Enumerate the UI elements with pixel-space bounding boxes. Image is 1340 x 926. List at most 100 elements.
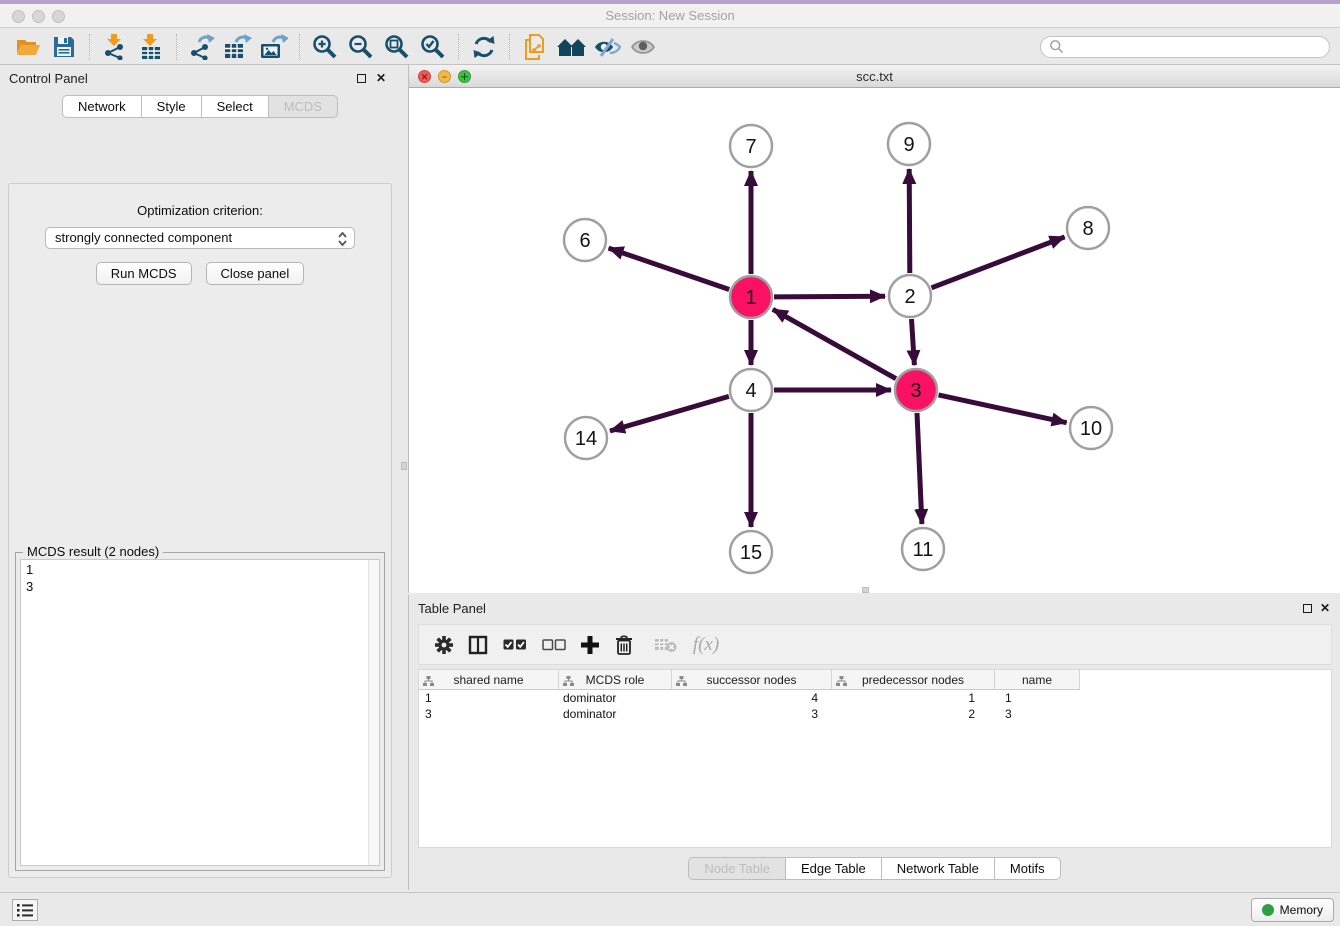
graph-node-10[interactable]: 10: [1070, 407, 1112, 449]
table-panel: Table Panel ✕: [408, 595, 1340, 890]
cell-shared-name[interactable]: 1: [419, 690, 559, 706]
optimization-value: strongly connected component: [55, 230, 232, 245]
open-session-button[interactable]: [10, 32, 46, 62]
duplicate-network-button[interactable]: [517, 32, 553, 62]
cell-shared-name[interactable]: 3: [419, 706, 559, 722]
zoom-in-button[interactable]: [307, 32, 343, 62]
tab-node-table[interactable]: Node Table: [688, 857, 786, 880]
task-history-button[interactable]: [12, 899, 38, 921]
close-mcds-panel-button[interactable]: Close panel: [206, 262, 305, 285]
export-image-button[interactable]: [256, 32, 292, 62]
cell-successor-nodes[interactable]: 3: [672, 706, 832, 722]
graph-node-11[interactable]: 11: [902, 528, 944, 570]
zoom-selected-button[interactable]: [415, 32, 451, 62]
show-all-button[interactable]: [625, 32, 661, 62]
tab-mcds[interactable]: MCDS: [269, 95, 338, 118]
edge-3-10[interactable]: [939, 395, 1067, 423]
import-table-button[interactable]: [133, 32, 169, 62]
close-panel-button[interactable]: ✕: [374, 71, 388, 85]
network-window-titlebar[interactable]: ✕ − ＋ scc.txt: [409, 65, 1340, 88]
cell-successor-nodes[interactable]: 4: [672, 690, 832, 706]
network-graph[interactable]: 7 9 6 8 1 2 4 3 14 10 15 11: [409, 88, 1340, 593]
graph-node-7[interactable]: 7: [730, 125, 772, 167]
graph-node-2[interactable]: 2: [889, 275, 931, 317]
edge-4-14[interactable]: [610, 396, 729, 431]
graph-node-4[interactable]: 4: [730, 369, 772, 411]
edge-3-11[interactable]: [917, 413, 922, 524]
graph-node-8[interactable]: 8: [1067, 207, 1109, 249]
svg-text:15: 15: [740, 542, 762, 564]
cell-predecessor-nodes[interactable]: 1: [832, 690, 995, 706]
edge-2-3[interactable]: [912, 319, 915, 365]
svg-text:14: 14: [575, 428, 597, 450]
table-row[interactable]: 3dominator323: [419, 706, 1331, 722]
cell-MCDS-role[interactable]: dominator: [559, 690, 672, 706]
tab-edge-table[interactable]: Edge Table: [786, 857, 882, 880]
delete-button[interactable]: [609, 631, 639, 659]
splitter-grip[interactable]: [862, 587, 869, 593]
hide-selected-button[interactable]: [589, 32, 625, 62]
deselect-all-button[interactable]: [537, 631, 571, 659]
result-scrollbar[interactable]: [368, 560, 379, 865]
zoom-fit-button[interactable]: [379, 32, 415, 62]
table-settings-button[interactable]: [429, 631, 459, 659]
table-row[interactable]: 1dominator411: [419, 690, 1331, 706]
node-table[interactable]: shared nameMCDS rolesuccessor nodesprede…: [418, 669, 1332, 848]
tab-select[interactable]: Select: [202, 95, 269, 118]
export-table-button[interactable]: [220, 32, 256, 62]
column-header-name[interactable]: name: [995, 670, 1080, 690]
tab-motifs[interactable]: Motifs: [995, 857, 1061, 880]
edge-3-1[interactable]: [773, 309, 896, 378]
duplicate-network-icon: [523, 34, 547, 60]
select-all-button[interactable]: [497, 631, 533, 659]
graph-node-14[interactable]: 14: [565, 417, 607, 459]
column-header-predecessor-nodes[interactable]: predecessor nodes: [832, 670, 995, 690]
tab-network-table[interactable]: Network Table: [882, 857, 995, 880]
graph-node-9[interactable]: 9: [888, 123, 930, 165]
svg-text:8: 8: [1082, 218, 1093, 240]
search-field[interactable]: [1040, 36, 1330, 58]
optimization-label: Optimization criterion:: [9, 203, 391, 218]
cell-name[interactable]: 3: [995, 706, 1080, 722]
edge-2-8[interactable]: [932, 237, 1065, 288]
memory-button[interactable]: Memory: [1251, 898, 1334, 922]
tab-network[interactable]: Network: [62, 95, 142, 118]
svg-text:6: 6: [579, 230, 590, 252]
column-header-MCDS-role[interactable]: MCDS role: [559, 670, 672, 690]
float-panel-button[interactable]: [354, 71, 368, 85]
graph-node-6[interactable]: 6: [564, 219, 606, 261]
column-header-shared-name[interactable]: shared name: [419, 670, 559, 690]
search-input[interactable]: [1069, 40, 1321, 54]
run-mcds-button[interactable]: Run MCDS: [96, 262, 192, 285]
column-visibility-button[interactable]: [463, 631, 493, 659]
open-folder-icon: [15, 35, 41, 59]
control-panel-tabs: NetworkStyleSelectMCDS: [0, 95, 400, 118]
save-session-button[interactable]: [46, 32, 82, 62]
export-network-button[interactable]: [184, 32, 220, 62]
graph-node-1[interactable]: 1: [730, 276, 772, 318]
refresh-button[interactable]: [466, 32, 502, 62]
mcds-result-text[interactable]: 1 3: [20, 559, 380, 866]
zoom-out-button[interactable]: [343, 32, 379, 62]
network-canvas[interactable]: 7 9 6 8 1 2 4 3 14 10 15 11: [409, 88, 1340, 593]
graph-node-3[interactable]: 3: [895, 369, 937, 411]
cell-MCDS-role[interactable]: dominator: [559, 706, 672, 722]
close-table-panel-button[interactable]: ✕: [1318, 601, 1332, 615]
hierarchy-icon: [676, 675, 687, 689]
cell-name[interactable]: 1: [995, 690, 1080, 706]
table-header-row: shared nameMCDS rolesuccessor nodesprede…: [419, 670, 1331, 690]
edge-2-9[interactable]: [909, 169, 910, 273]
float-table-panel-button[interactable]: [1300, 601, 1314, 615]
home-button[interactable]: [553, 32, 589, 62]
graph-node-15[interactable]: 15: [730, 531, 772, 573]
optimization-select[interactable]: strongly connected component: [45, 227, 355, 249]
column-header-successor-nodes[interactable]: successor nodes: [672, 670, 832, 690]
edge-1-6[interactable]: [609, 248, 730, 289]
edge-1-2[interactable]: [774, 296, 885, 297]
tab-style[interactable]: Style: [142, 95, 202, 118]
cell-predecessor-nodes[interactable]: 2: [832, 706, 995, 722]
import-network-button[interactable]: [97, 32, 133, 62]
add-button[interactable]: [575, 631, 605, 659]
svg-text:4: 4: [745, 380, 756, 402]
splitter-grip-vertical[interactable]: [401, 462, 407, 470]
